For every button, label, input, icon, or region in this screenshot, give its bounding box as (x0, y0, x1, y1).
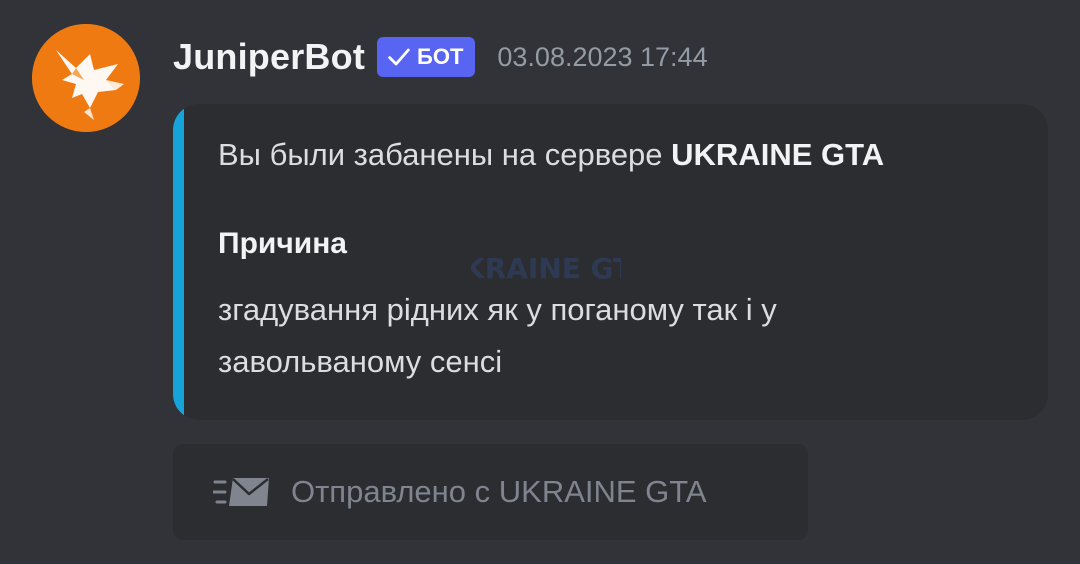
mail-send-icon (213, 478, 269, 506)
field-value: згадування рідних як у поганому так і у … (218, 292, 777, 379)
embed-title: Вы были забанены на сервере UKRAINE GTA (218, 137, 884, 173)
bot-badge: БОТ (377, 37, 476, 77)
field-name: Причина (218, 227, 347, 260)
embed-title-prefix: Вы были забанены на сервере (218, 137, 672, 172)
avatar[interactable] (32, 24, 140, 132)
timestamp: 03.08.2023 17:44 (497, 41, 708, 72)
sent-from-button[interactable]: Отправлено с UKRAINE GTA (173, 444, 808, 540)
verified-check-icon (388, 48, 410, 66)
embed-accent-bar (173, 104, 184, 420)
author-name[interactable]: JuniperBot (173, 36, 365, 78)
fox-logo-icon (32, 24, 140, 132)
bot-badge-label: БОТ (417, 44, 464, 69)
embed-card: Вы были забанены на сервере UKRAINE GTA … (173, 104, 1048, 420)
watermark-word-1: UKRAINE GTA (471, 252, 621, 285)
bot-message: JuniperBot БОТ 03.08.2023 17:44 Вы были … (0, 0, 1080, 564)
sent-from-label: Отправлено с UKRAINE GTA (291, 474, 707, 509)
message-header: JuniperBot БОТ 03.08.2023 17:44 (173, 32, 708, 82)
embed-title-server: UKRAINE GTA (671, 137, 885, 172)
